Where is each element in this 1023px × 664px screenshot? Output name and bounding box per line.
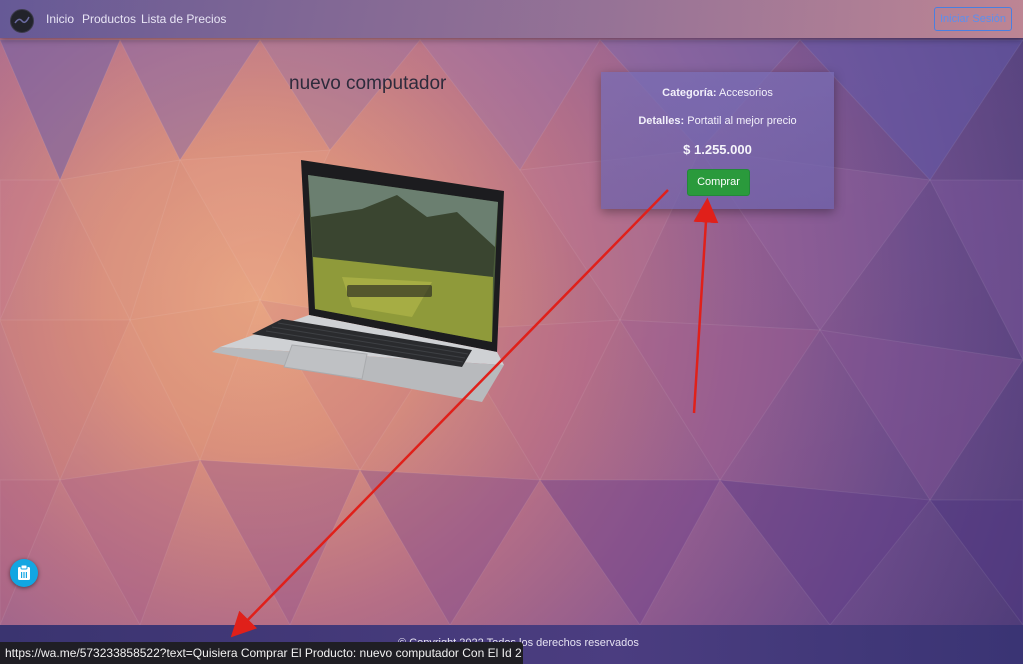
- details-label: Detalles:: [638, 115, 685, 127]
- product-info-card: Categoría: Accesorios Detalles: Portatil…: [601, 72, 834, 209]
- product-image: [212, 160, 504, 402]
- category-row: Categoría: Accesorios: [601, 87, 834, 99]
- details-value: Portatil al mejor precio: [687, 115, 797, 127]
- browser-status-url: https://wa.me/573233858522?text=Quisiera…: [0, 642, 523, 664]
- top-navbar: Inicio Productos Lista de Precios Inicia…: [0, 0, 1023, 38]
- product-title: nuevo computador: [289, 73, 447, 94]
- nav-link-productos[interactable]: Productos: [82, 12, 136, 26]
- background-polygon-pattern: [0, 39, 1023, 627]
- clipboard-fab-button[interactable]: [10, 559, 38, 587]
- brand-logo-icon[interactable]: [10, 9, 34, 33]
- nav-link-lista-precios[interactable]: Lista de Precios: [141, 12, 226, 26]
- buy-button[interactable]: Comprar: [687, 169, 750, 196]
- nav-link-inicio[interactable]: Inicio: [46, 12, 74, 26]
- category-value: Accesorios: [719, 87, 773, 99]
- details-row: Detalles: Portatil al mejor precio: [601, 115, 834, 127]
- category-label: Categoría:: [662, 87, 717, 99]
- product-price: $ 1.255.000: [683, 142, 752, 157]
- login-button[interactable]: Iniciar Sesión: [934, 7, 1012, 31]
- clipboard-icon: [18, 565, 30, 580]
